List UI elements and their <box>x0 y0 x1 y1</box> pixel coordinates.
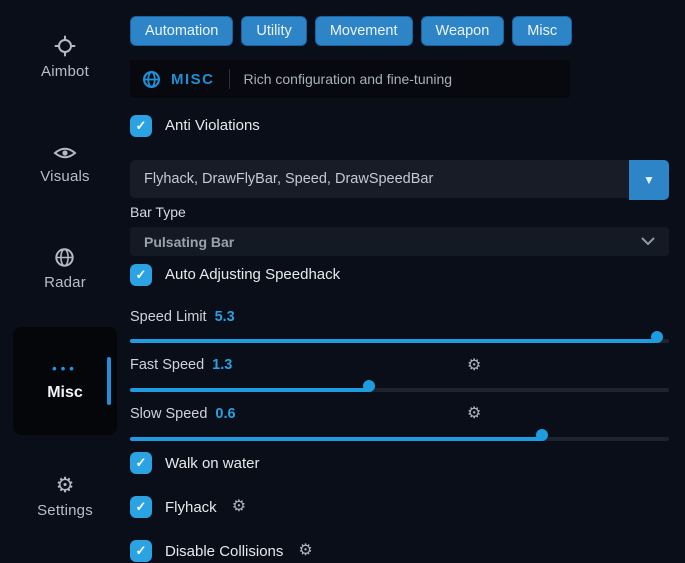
select-value: Pulsating Bar <box>144 234 234 250</box>
gear-icon[interactable]: ⚙ <box>232 499 246 515</box>
slider-label: Slow Speed <box>130 406 207 422</box>
checkbox-label: Anti Violations <box>165 117 260 134</box>
globe-icon <box>142 70 161 89</box>
slider-label: Fast Speed <box>130 357 204 373</box>
multiselect-value: Flyhack, DrawFlyBar, Speed, DrawSpeedBar <box>130 171 433 187</box>
slider-fill <box>130 437 542 441</box>
gear-icon[interactable]: ⚙ <box>298 543 312 559</box>
section-header: MISC Rich configuration and fine-tuning <box>130 60 570 98</box>
dropdown-open-button[interactable]: ▼ <box>629 160 669 200</box>
crosshair-icon <box>54 35 76 57</box>
fast-speed-row: Fast Speed 1.3 ⚙ <box>130 357 669 374</box>
sidebar-item-label: Aimbot <box>41 63 89 80</box>
gear-icon[interactable]: ⚙ <box>467 406 481 422</box>
checkbox-checked-icon[interactable]: ✓ <box>130 115 152 137</box>
checkbox-label: Walk on water <box>165 455 259 472</box>
gear-icon[interactable]: ⚙ <box>467 358 481 374</box>
slider-value: 0.6 <box>215 406 235 422</box>
slider-thumb[interactable] <box>363 380 375 392</box>
selected-accent-bar <box>107 357 111 405</box>
checkbox-checked-icon[interactable]: ✓ <box>130 264 152 286</box>
checkbox-label: Flyhack <box>165 499 217 516</box>
sidebar: Aimbot Visuals Radar ••• Misc ⚙ Settings <box>0 0 130 563</box>
slow-speed-row: Slow Speed 0.6 ⚙ <box>130 405 669 422</box>
triangle-down-icon: ▼ <box>643 173 655 187</box>
sidebar-item-aimbot[interactable]: Aimbot <box>41 35 89 80</box>
checkbox-auto-adjusting-speedhack[interactable]: ✓ Auto Adjusting Speedhack <box>130 263 669 286</box>
tab-automation[interactable]: Automation <box>130 16 233 46</box>
fast-speed-slider[interactable] <box>130 380 669 398</box>
sidebar-item-label: Radar <box>44 274 86 291</box>
speed-limit-slider[interactable] <box>130 331 669 349</box>
bar-type-label: Bar Type <box>130 203 669 220</box>
slider-label: Speed Limit <box>130 309 207 325</box>
eye-icon <box>53 144 77 162</box>
sidebar-item-label: Misc <box>47 384 83 402</box>
tab-weapon[interactable]: Weapon <box>421 16 505 46</box>
bar-type-select[interactable]: Pulsating Bar <box>130 227 669 256</box>
slow-speed-slider[interactable] <box>130 429 669 447</box>
section-title: MISC <box>171 71 215 88</box>
chevron-down-icon <box>641 237 655 246</box>
slider-value: 5.3 <box>215 309 235 325</box>
sidebar-item-radar[interactable]: Radar <box>44 247 86 291</box>
gear-icon: ⚙ <box>56 475 75 496</box>
section-subtitle: Rich configuration and fine-tuning <box>244 71 453 87</box>
sidebar-item-misc-selected[interactable]: ••• Misc <box>13 327 117 435</box>
slider-fill <box>130 388 369 392</box>
sidebar-item-visuals[interactable]: Visuals <box>40 144 89 185</box>
checkbox-walk-on-water[interactable]: ✓ Walk on water <box>130 452 669 475</box>
sidebar-item-settings[interactable]: ⚙ Settings <box>37 475 93 519</box>
checkbox-checked-icon[interactable]: ✓ <box>130 496 152 518</box>
divider <box>229 69 230 89</box>
checkbox-checked-icon[interactable]: ✓ <box>130 540 152 562</box>
slider-value: 1.3 <box>212 357 232 373</box>
globe-icon <box>54 247 75 268</box>
checkbox-label: Disable Collisions <box>165 543 283 560</box>
bars-multiselect[interactable]: Flyhack, DrawFlyBar, Speed, DrawSpeedBar… <box>130 160 669 198</box>
checkbox-flyhack[interactable]: ✓ Flyhack ⚙ <box>130 496 669 519</box>
checkbox-label: Auto Adjusting Speedhack <box>165 266 340 283</box>
slider-fill <box>130 339 657 343</box>
ellipsis-icon: ••• <box>52 361 78 376</box>
tab-misc[interactable]: Misc <box>512 16 572 46</box>
tab-bar: Automation Utility Movement Weapon Misc <box>130 16 669 46</box>
main-panel: Automation Utility Movement Weapon Misc … <box>130 0 669 563</box>
tab-movement[interactable]: Movement <box>315 16 413 46</box>
tab-utility[interactable]: Utility <box>241 16 306 46</box>
sidebar-item-label: Visuals <box>40 168 89 185</box>
checkbox-checked-icon[interactable]: ✓ <box>130 452 152 474</box>
slider-thumb[interactable] <box>651 331 663 343</box>
checkbox-anti-violations[interactable]: ✓ Anti Violations <box>130 114 669 137</box>
checkbox-disable-collisions[interactable]: ✓ Disable Collisions ⚙ <box>130 540 669 563</box>
speed-limit-row: Speed Limit 5.3 <box>130 308 669 325</box>
slider-thumb[interactable] <box>536 429 548 441</box>
sidebar-item-label: Settings <box>37 502 93 519</box>
